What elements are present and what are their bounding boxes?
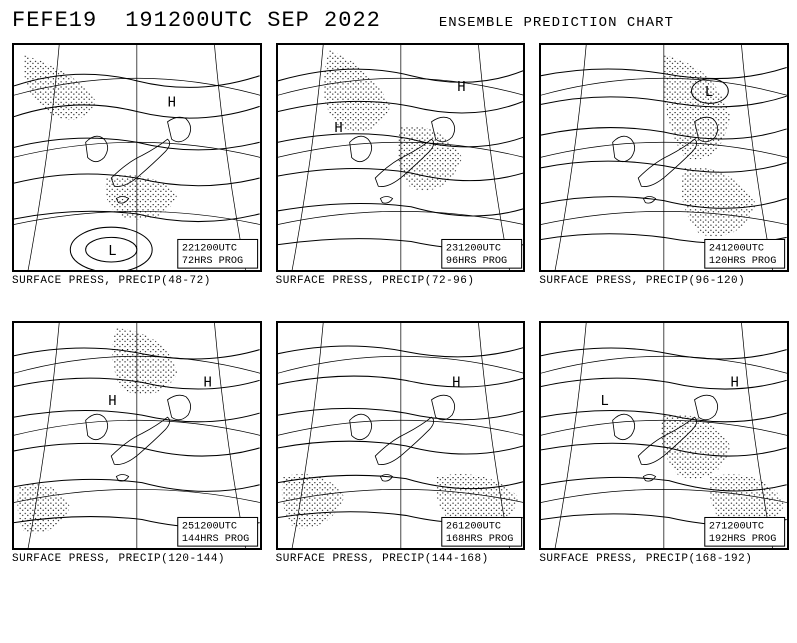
prog-2: 96HRS PROG (446, 255, 507, 267)
svg-text:H: H (457, 80, 466, 96)
valid-time-3: 241200UTC (709, 243, 764, 255)
svg-text:H: H (731, 376, 740, 392)
map-3: L 241200UTC 120HRS PROG (539, 43, 789, 272)
panel-3: L 241200UTC 120HRS PROG SURFACE PRESS, P… (539, 43, 785, 287)
caption-5: SURFACE PRESS, PRECIP(144-168) (276, 553, 522, 565)
panel-5: H 261200UTC 168HRS PROG SURFACE PRESS, P… (276, 321, 522, 565)
product-code: FEFE19 (12, 8, 97, 33)
valid-time-5: 261200UTC (446, 521, 501, 533)
prog-6: 192HRS PROG (709, 533, 776, 545)
valid-time-2: 231200UTC (446, 243, 501, 255)
prog-1: 72HRS PROG (182, 255, 243, 267)
caption-1: SURFACE PRESS, PRECIP(48-72) (12, 275, 258, 287)
valid-time-4: 251200UTC (182, 521, 237, 533)
chart-title: ENSEMBLE PREDICTION CHART (439, 15, 674, 31)
svg-text:H: H (452, 376, 461, 392)
caption-4: SURFACE PRESS, PRECIP(120-144) (12, 553, 258, 565)
map-1: H L 221200UTC 72HRS PROG (12, 43, 262, 272)
valid-time-1: 221200UTC (182, 243, 237, 255)
panel-1: H L 221200UTC 72HRS PROG SURFACE PRESS, … (12, 43, 258, 287)
caption-6: SURFACE PRESS, PRECIP(168-192) (539, 553, 785, 565)
map-5: H 261200UTC 168HRS PROG (276, 321, 526, 550)
map-6: H L 271200UTC 192HRS PROG (539, 321, 789, 550)
caption-3: SURFACE PRESS, PRECIP(96-120) (539, 275, 785, 287)
panel-4: H H 251200UTC 144HRS PROG SURFACE PRESS,… (12, 321, 258, 565)
prog-3: 120HRS PROG (709, 255, 776, 267)
svg-text:L: L (601, 394, 610, 410)
svg-text:H: H (108, 394, 117, 410)
caption-2: SURFACE PRESS, PRECIP(72-96) (276, 275, 522, 287)
chart-header: FEFE19 191200UTC SEP 2022 ENSEMBLE PREDI… (12, 8, 785, 33)
init-time: 191200UTC SEP 2022 (125, 8, 381, 33)
svg-text:H: H (203, 376, 212, 392)
panel-6: H L 271200UTC 192HRS PROG SURFACE PRESS,… (539, 321, 785, 565)
svg-text:H: H (334, 121, 343, 137)
svg-text:L: L (108, 244, 117, 260)
prog-4: 144HRS PROG (182, 533, 249, 545)
svg-text:L: L (705, 85, 714, 101)
panel-grid: H L 221200UTC 72HRS PROG SURFACE PRESS, … (12, 43, 785, 565)
map-2: H H 231200UTC 96HRS PROG (276, 43, 526, 272)
map-4: H H 251200UTC 144HRS PROG (12, 321, 262, 550)
svg-text:H: H (168, 95, 177, 111)
valid-time-6: 271200UTC (709, 521, 764, 533)
panel-2: H H 231200UTC 96HRS PROG SURFACE PRESS, … (276, 43, 522, 287)
prog-5: 168HRS PROG (446, 533, 513, 545)
